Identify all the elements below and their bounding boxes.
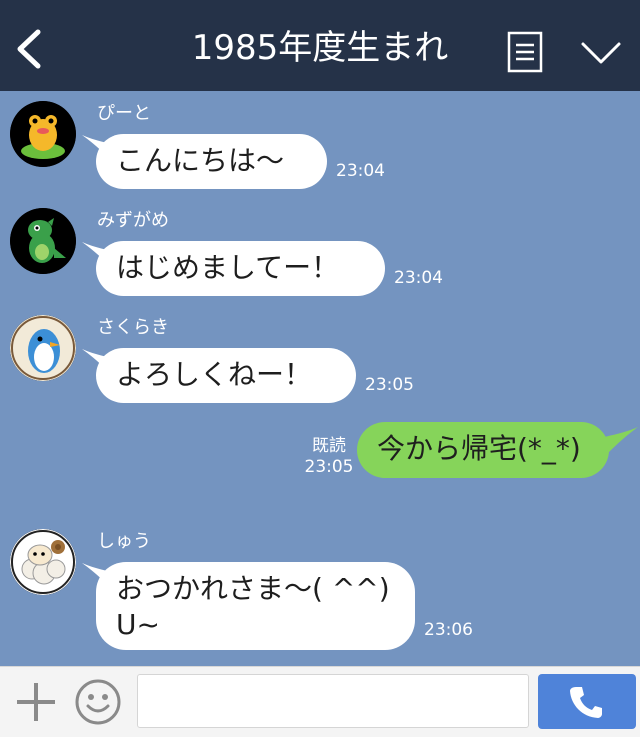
chat-area[interactable]: ぴーと こんにちは〜 23:04 みずがめ はじめましてー！ 23:04 さくら… [0, 91, 640, 666]
message-text-line: おつかれさま〜( ^^) [116, 572, 390, 605]
penguin-avatar[interactable] [10, 315, 76, 381]
read-receipt: 既読 23:05 [303, 436, 355, 478]
message-text: 今から帰宅(*_*) [377, 432, 581, 465]
message-time: 23:04 [336, 161, 385, 181]
message-bubble[interactable]: おつかれさま〜( ^^) U~ [96, 562, 415, 650]
message-time: 23:05 [304, 457, 354, 477]
sender-name: しゅう [97, 531, 151, 552]
read-label: 既読 [312, 436, 346, 456]
call-button[interactable] [538, 674, 636, 729]
input-bar [0, 666, 640, 737]
chevron-down-icon[interactable] [580, 40, 622, 66]
message-bubble[interactable]: はじめましてー！ [96, 241, 385, 296]
frog-avatar[interactable] [10, 101, 76, 167]
message-time: 23:04 [394, 268, 443, 288]
chat-title: 1985年度生まれ [191, 28, 449, 68]
message-bubble[interactable]: よろしくねー！ [96, 348, 356, 403]
message-text: こんにちは〜 [116, 144, 285, 177]
smiley-icon[interactable] [74, 678, 122, 726]
sender-name: みずがめ [97, 210, 169, 231]
plus-icon[interactable] [15, 681, 57, 723]
chat-header: 1985年度生まれ [0, 0, 640, 91]
sender-name: さくらき [97, 317, 169, 338]
sender-name: ぴーと [97, 103, 151, 124]
dinosaur-avatar[interactable] [10, 208, 76, 274]
message-text-line: U~ [116, 608, 160, 641]
message-time: 23:06 [424, 620, 473, 640]
message-text: よろしくねー！ [116, 358, 313, 391]
message-time: 23:05 [365, 375, 414, 395]
message-bubble[interactable]: こんにちは〜 [96, 134, 327, 189]
sheep-avatar[interactable] [10, 529, 76, 595]
message-text: はじめましてー！ [116, 251, 340, 284]
outgoing-message-bubble[interactable]: 今から帰宅(*_*) [357, 422, 609, 478]
bubble-tail [604, 427, 638, 457]
list-icon[interactable] [507, 31, 543, 73]
message-input[interactable] [137, 674, 529, 728]
phone-icon [570, 687, 602, 718]
